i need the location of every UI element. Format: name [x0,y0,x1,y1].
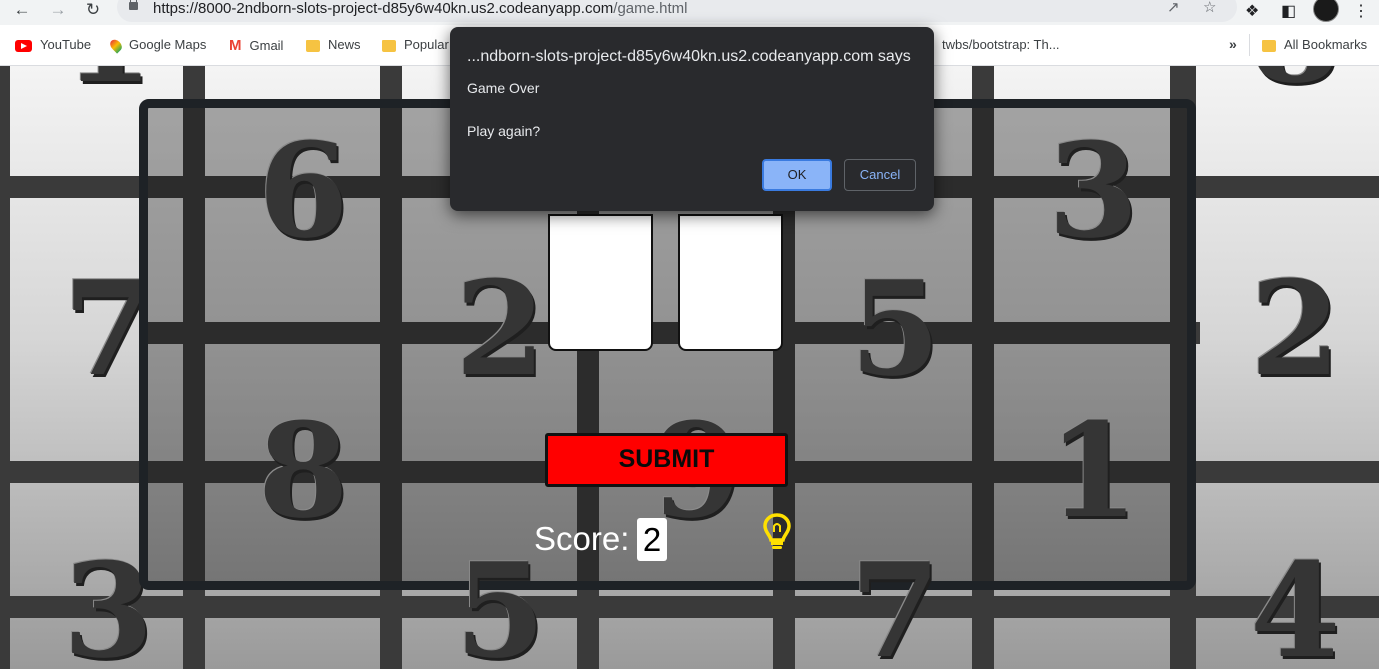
bookmark-label: All Bookmarks [1284,37,1368,52]
reload-icon[interactable]: ↻ [81,0,105,22]
bookmark-gmail[interactable]: M Gmail [229,37,283,54]
url-text[interactable]: https://8000-2ndborn-slots-project-d85y6… [153,0,687,17]
folder-icon [382,39,396,52]
puzzle-icon[interactable]: ❖ [1245,1,1259,21]
reel-slot-2 [678,214,783,351]
bookmark-news[interactable]: News [306,37,361,52]
cancel-button[interactable]: Cancel [844,159,916,191]
alert-dialog: ...ndborn-slots-project-d85y6w40kn.us2.c… [450,27,934,211]
lock-icon[interactable] [129,0,138,10]
slot-number: 7 [850,534,941,669]
bookmark-bootstrap[interactable]: twbs/bootstrap: Th... [942,37,1060,52]
slot-number: 4 [1250,534,1341,669]
grid-post [0,66,10,669]
share-icon[interactable]: ↗ [1167,0,1180,16]
lightbulb-icon[interactable] [763,512,791,552]
slot-number: 1 [63,66,153,101]
score-value: 2 [637,518,667,561]
back-arrow-icon[interactable]: ← [10,0,34,22]
slot-number: 5 [455,534,546,669]
forward-arrow-icon[interactable]: → [46,0,70,22]
slot-number: 8 [1250,66,1340,101]
star-icon[interactable]: ☆ [1203,0,1216,16]
bookmark-label: twbs/bootstrap: Th... [942,37,1060,52]
more-bookmarks-chevron[interactable]: » [1229,36,1237,52]
slot-number: 2 [1250,252,1341,405]
youtube-icon [15,39,32,52]
bookmark-label: Gmail [249,38,284,53]
slot-number: 5 [850,252,941,405]
address-bar[interactable]: https://8000-2ndborn-slots-project-d85y6… [117,0,1237,22]
maps-pin-icon [107,37,125,54]
bookmark-popular[interactable]: Popular [382,37,449,52]
dialog-message-play-again: Play again? [467,123,541,139]
slot-number: 6 [258,114,349,267]
slot-number: 8 [258,394,349,547]
ok-button[interactable]: OK [762,159,832,191]
avatar[interactable] [1313,0,1339,22]
bookmark-youtube[interactable]: YouTube [15,37,91,52]
score-label: Score: [534,520,630,557]
slot-number: 2 [455,252,546,405]
folder-icon [306,39,320,52]
menu-icon[interactable]: ⋮ [1353,1,1369,21]
browser-toolbar: ← → ↻ https://8000-2ndborn-slots-project… [0,0,1379,25]
folder-icon [1262,39,1276,52]
reel-slot-1 [548,214,653,351]
grid-beam [0,596,1379,618]
slot-number: 3 [1048,114,1139,267]
bookmark-label: Popular [404,37,449,52]
gmail-icon: M [229,37,242,54]
bookmark-label: Google Maps [129,37,207,52]
slot-number: 1 [1048,394,1139,547]
dialog-message-game-over: Game Over [467,80,540,96]
bookmark-google-maps[interactable]: Google Maps [107,37,207,54]
dialog-title: ...ndborn-slots-project-d85y6w40kn.us2.c… [467,48,911,65]
bookmark-label: YouTube [40,37,92,52]
all-bookmarks[interactable]: All Bookmarks [1262,37,1367,52]
sidebar-icon[interactable]: ◧ [1281,1,1296,21]
divider [1249,34,1250,56]
bookmark-label: News [328,37,361,52]
submit-button[interactable]: SUBMIT [545,433,788,487]
